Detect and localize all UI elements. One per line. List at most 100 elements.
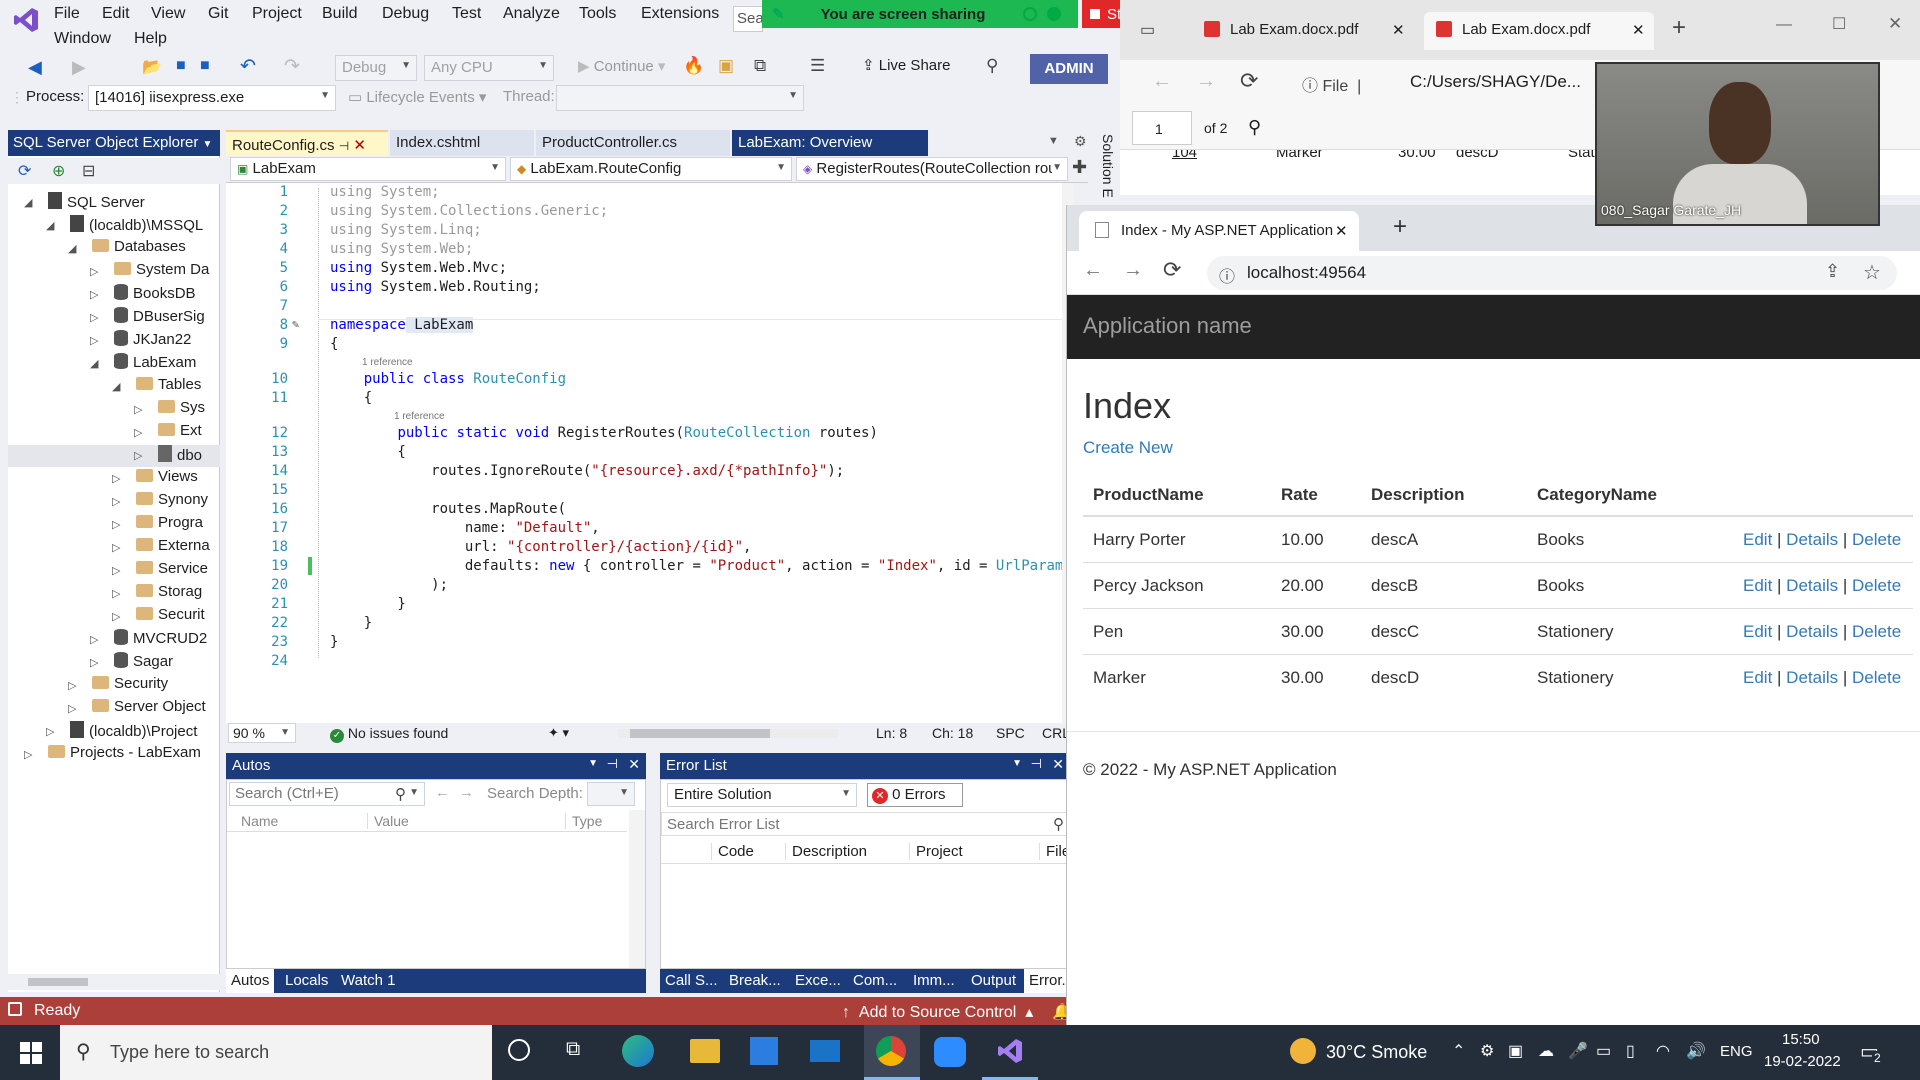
tree-item-databases[interactable]: ◢ Databases xyxy=(68,238,186,260)
menu-analyze[interactable]: Analyze xyxy=(503,5,560,23)
microphone-icon[interactable]: 🎤 xyxy=(1568,1041,1588,1061)
search-icon[interactable]: ⚲ xyxy=(1248,117,1261,138)
zoom-icon[interactable] xyxy=(934,1037,966,1067)
webcam-video[interactable]: 080_Sagar Garate_JH xyxy=(1595,62,1880,226)
reference-count[interactable]: 1 reference xyxy=(394,411,445,422)
tree-item-external-tables[interactable]: ▷ Ext xyxy=(134,422,202,444)
clock-time[interactable]: 15:50 xyxy=(1782,1031,1820,1048)
delete-link[interactable]: Delete xyxy=(1852,576,1901,595)
pin-icon[interactable]: ✎ xyxy=(772,5,785,23)
disconnect-icon[interactable]: ⊟ xyxy=(82,161,95,181)
tab-actions-icon[interactable]: ▭ xyxy=(1140,20,1155,40)
tab-breakpoints[interactable]: Break... xyxy=(724,969,786,993)
lifecycle-events-button[interactable]: ▭ Lifecycle Events ▾ xyxy=(348,88,486,106)
close-icon[interactable]: ✕ xyxy=(1632,21,1645,39)
forward-icon[interactable]: → xyxy=(1123,259,1143,282)
back-icon[interactable]: ◀ xyxy=(28,57,42,78)
language-indicator[interactable]: ENG xyxy=(1720,1043,1753,1060)
align-icon[interactable]: ☰ xyxy=(810,56,825,76)
share-icon[interactable]: ⇪ xyxy=(1825,261,1840,282)
details-link[interactable]: Details xyxy=(1786,530,1838,549)
errors-filter-button[interactable]: ✕ 0 Errors xyxy=(867,783,963,807)
menu-tools[interactable]: Tools xyxy=(579,5,616,23)
error-search-input[interactable]: Search Error List ⚲ xyxy=(661,812,1069,836)
folder-icon[interactable]: ▣ xyxy=(718,56,734,76)
tree-item-dbusersig[interactable]: ▷ DBuserSig xyxy=(90,307,205,329)
tree-item-jkjan22[interactable]: ▷ JKJan22 xyxy=(90,330,191,352)
brush-icon[interactable]: ✦ ▾ xyxy=(548,725,569,741)
menu-extensions[interactable]: Extensions xyxy=(641,5,719,23)
menu-help[interactable]: Help xyxy=(134,30,167,48)
tree-item-db-security[interactable]: ▷ Securit xyxy=(112,606,205,628)
star-icon[interactable]: ☆ xyxy=(1863,260,1881,285)
tree-item-storage[interactable]: ▷ Storag xyxy=(112,583,202,605)
tree-item-booksdb[interactable]: ▷ BooksDB xyxy=(90,284,196,306)
pause-icon[interactable] xyxy=(1023,7,1038,21)
back-icon[interactable]: ← xyxy=(1083,259,1103,282)
security-icon[interactable]: ▣ xyxy=(1508,1041,1523,1061)
chrome-taskbar-button[interactable] xyxy=(864,1025,920,1080)
edge-icon[interactable] xyxy=(622,1035,654,1067)
file-explorer-icon[interactable] xyxy=(690,1039,720,1063)
edit-link[interactable]: Edit xyxy=(1743,622,1772,641)
error-scope-select[interactable]: Entire Solution ▼ xyxy=(667,783,857,807)
column-header-value[interactable]: Value xyxy=(367,812,409,829)
menu-debug[interactable]: Debug xyxy=(382,5,429,23)
pin-icon[interactable]: ⊣ xyxy=(607,756,618,772)
tree-item-mvcrud2[interactable]: ▷ MVCRUD2 xyxy=(90,629,207,651)
tab-command-window[interactable]: Com... xyxy=(848,969,902,993)
chevron-down-icon[interactable]: ▼ xyxy=(588,758,598,769)
tab-index-cshtml[interactable]: Index.cshtml xyxy=(390,130,534,156)
page-number-input[interactable]: 1 xyxy=(1132,111,1192,145)
sse-horizontal-scrollbar[interactable] xyxy=(8,974,220,990)
split-icon[interactable]: ✚ xyxy=(1072,157,1087,178)
tree-item-sql-server[interactable]: ◢ SQL Server xyxy=(24,192,145,214)
close-icon[interactable]: ✕ xyxy=(1052,756,1064,773)
tab-call-stack[interactable]: Call S... xyxy=(660,969,723,993)
thread-select[interactable]: ▼ xyxy=(556,85,804,111)
tab-locals[interactable]: Locals xyxy=(280,969,333,993)
close-icon[interactable]: ✕ xyxy=(1392,21,1405,39)
tree-item-server-objects[interactable]: ▷ Server Object xyxy=(68,698,206,720)
menu-window[interactable]: Window xyxy=(54,30,111,48)
close-icon[interactable]: ✕ xyxy=(353,137,366,154)
network-device-icon[interactable]: ⚙ xyxy=(1480,1041,1494,1061)
tree-item-sagar[interactable]: ▷ Sagar xyxy=(90,652,173,674)
back-icon[interactable]: ← xyxy=(1152,70,1172,93)
display-icon[interactable]: ▭ xyxy=(1596,1041,1611,1061)
menu-git[interactable]: Git xyxy=(208,5,228,23)
sse-title-bar[interactable]: SQL Server Object Explorer ▼ xyxy=(8,130,220,156)
close-icon[interactable]: ✕ xyxy=(1335,222,1348,240)
clock-date[interactable]: 19-02-2022 xyxy=(1764,1053,1841,1070)
new-tab-icon[interactable]: + xyxy=(1393,213,1407,241)
settings-icon[interactable]: ⚙ xyxy=(1074,133,1087,150)
process-select[interactable]: [14016] iisexpress.exe ▼ xyxy=(88,85,336,111)
tree-item-programmability[interactable]: ▷ Progra xyxy=(112,514,203,536)
menu-edit[interactable]: Edit xyxy=(102,5,130,23)
tree-item-localdb-mssql[interactable]: ◢ (localdb)\MSSQL xyxy=(46,215,203,237)
delete-link[interactable]: Delete xyxy=(1852,622,1901,641)
autos-scrollbar[interactable] xyxy=(629,810,645,968)
weather-icon[interactable] xyxy=(1290,1038,1316,1064)
forward-icon[interactable]: ▶ xyxy=(72,57,86,78)
tab-watch-1[interactable]: Watch 1 xyxy=(336,969,400,993)
code-editor[interactable]: 1 using System; 2 using System.Collections… xyxy=(226,183,1074,723)
tab-index-page[interactable]: Index - My ASP.NET Application ✕ xyxy=(1079,211,1359,251)
search-depth-select[interactable]: ▼ xyxy=(587,782,635,806)
reference-count[interactable]: 1 reference xyxy=(362,357,413,368)
forward-icon[interactable]: → xyxy=(459,784,474,801)
indent-mode[interactable]: SPC xyxy=(996,725,1025,741)
redo-icon[interactable]: ↷ xyxy=(284,55,300,78)
weather-text[interactable]: 30°C Smoke xyxy=(1326,1042,1427,1063)
maximize-icon[interactable]: ☐ xyxy=(1832,14,1846,34)
refresh-icon[interactable]: ⟳ xyxy=(1163,257,1181,283)
create-new-link[interactable]: Create New xyxy=(1083,438,1173,458)
add-to-source-control-button[interactable]: ↑ Add to Source Control ▴ xyxy=(842,1002,1033,1022)
tab-productcontroller[interactable]: ProductController.cs xyxy=(536,130,730,156)
line-number[interactable]: Ln: 8 xyxy=(876,725,907,741)
tab-labexam-overview[interactable]: LabExam: Overview xyxy=(732,130,928,156)
task-view-icon[interactable]: ⧉ xyxy=(566,1038,580,1061)
tree-item-service-broker[interactable]: ▷ Service xyxy=(112,560,208,582)
column-header-type[interactable]: Type xyxy=(565,812,602,829)
pdf-tab-2[interactable]: Lab Exam.docx.pdf ✕ xyxy=(1424,12,1654,50)
